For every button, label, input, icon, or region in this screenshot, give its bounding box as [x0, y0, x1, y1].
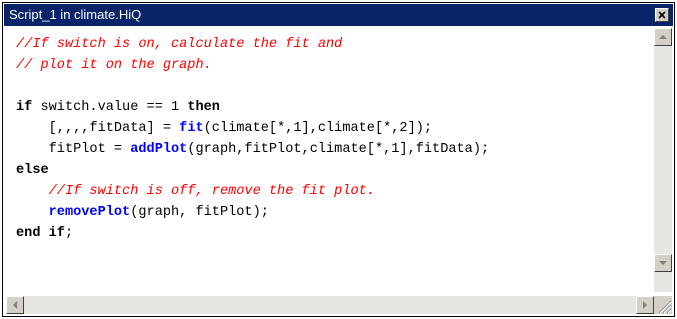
code-text: (graph, fitPlot); — [130, 205, 269, 220]
code-comment: //If switch is on, calculate the fit and — [16, 37, 343, 52]
title-bar[interactable]: Script_1 in climate.HiQ — [4, 4, 673, 26]
scroll-right-button[interactable] — [636, 296, 654, 314]
code-comment: // plot it on the graph. — [16, 58, 212, 73]
code-line[interactable]: end if; — [16, 223, 489, 244]
close-icon — [658, 11, 666, 19]
code-line[interactable]: // plot it on the graph. — [16, 55, 489, 76]
code-text: (climate[*,1],climate[*,2]); — [203, 121, 433, 136]
code-function: fit — [179, 121, 204, 136]
code-keyword: then — [187, 100, 220, 115]
code-line[interactable]: [,,,,fitData] = fit(climate[*,1],climate… — [16, 118, 489, 139]
close-button[interactable] — [655, 8, 669, 22]
vertical-scrollbar[interactable] — [654, 28, 672, 292]
code-comment: //If switch is off, remove the fit plot. — [48, 184, 375, 199]
resize-grip[interactable] — [654, 296, 672, 314]
code-keyword: end if — [16, 226, 65, 241]
arrow-up-icon — [659, 35, 667, 39]
scroll-up-button[interactable] — [654, 28, 672, 46]
arrow-left-icon — [13, 301, 17, 309]
code-text: fitPlot = — [16, 142, 131, 157]
code-text: (graph,fitPlot,climate[*,1],fitData); — [187, 142, 490, 157]
code-line[interactable] — [16, 76, 489, 97]
code-line[interactable]: else — [16, 160, 489, 181]
code-keyword: if — [16, 100, 33, 115]
code-line[interactable]: //If switch is on, calculate the fit and — [16, 34, 489, 55]
code-line[interactable]: //If switch is off, remove the fit plot. — [16, 181, 489, 202]
code-function: removePlot — [48, 205, 131, 220]
scroll-down-button[interactable] — [654, 254, 672, 272]
code-text: ; — [64, 226, 74, 241]
resize-grip-icon — [658, 300, 672, 314]
code-area[interactable]: //If switch is on, calculate the fit and… — [16, 34, 489, 244]
code-function: addPlot — [130, 142, 188, 157]
code-text: switch.value == 1 — [32, 100, 188, 115]
arrow-down-icon — [659, 261, 667, 265]
script-window: Script_1 in climate.HiQ //If switch is o… — [2, 2, 675, 317]
code-editor[interactable]: //If switch is on, calculate the fit and… — [6, 28, 654, 284]
horizontal-scrollbar[interactable] — [6, 296, 654, 314]
window-title: Script_1 in climate.HiQ — [9, 7, 142, 22]
code-keyword: else — [16, 163, 49, 178]
arrow-right-icon — [643, 301, 647, 309]
scroll-left-button[interactable] — [6, 296, 24, 314]
code-line[interactable]: removePlot(graph, fitPlot); — [16, 202, 489, 223]
code-line[interactable]: if switch.value == 1 then — [16, 97, 489, 118]
code-text: [,,,,fitData] = — [16, 121, 180, 136]
code-line[interactable]: fitPlot = addPlot(graph,fitPlot,climate[… — [16, 139, 490, 160]
